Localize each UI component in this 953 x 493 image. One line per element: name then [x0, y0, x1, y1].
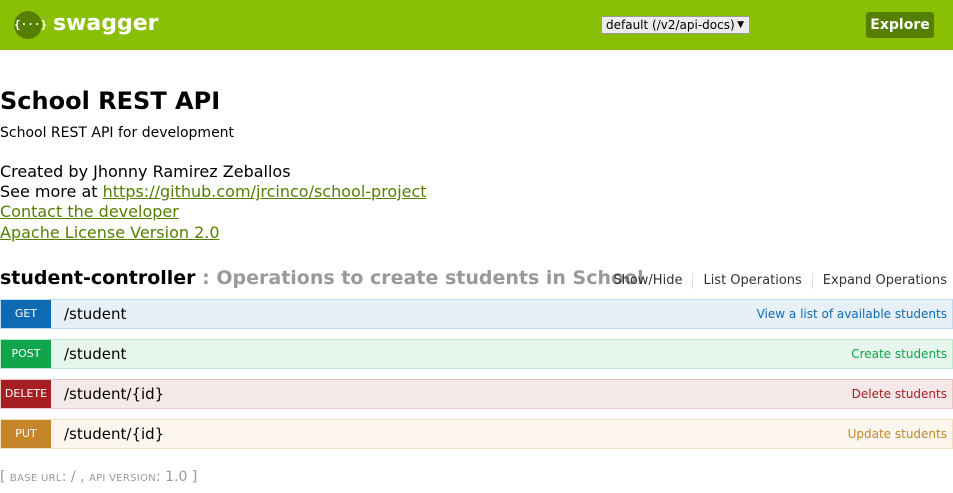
footer-open-bracket: [	[0, 469, 10, 485]
operation-summary[interactable]: Delete students	[852, 380, 947, 408]
created-by: Created by Jhonny Ramirez Zeballos	[0, 162, 291, 181]
operation-path[interactable]: /student/{id}	[64, 380, 164, 408]
contact-developer-link[interactable]: Contact the developer	[0, 202, 179, 221]
operation-path[interactable]: /student/{id}	[64, 420, 164, 448]
operation-path[interactable]: /student	[64, 340, 126, 368]
operation-summary[interactable]: Create students	[851, 340, 947, 368]
see-more: See more at https://github.com/jrcinco/s…	[0, 182, 427, 202]
api-version-label: api version	[88, 473, 157, 484]
chevron-down-icon: ▼	[737, 20, 744, 30]
api-description: School REST API for development	[0, 125, 235, 141]
operation-delete-student[interactable]: DELETE /student/{id} Delete students	[0, 379, 953, 409]
operation-post-student[interactable]: POST /student Create students	[0, 339, 953, 369]
github-link[interactable]: https://github.com/jrcinco/school-projec…	[103, 182, 427, 201]
api-version-value: : 1.0 ]	[156, 469, 198, 485]
api-spec-select[interactable]: default (/v2/api-docs) ▼	[601, 16, 750, 34]
contact-line: Contact the developer	[0, 202, 427, 223]
api-title: School REST API	[0, 87, 221, 115]
base-url-label: base url	[9, 473, 62, 484]
license-link[interactable]: Apache License Version 2.0	[0, 223, 220, 242]
operation-summary[interactable]: View a list of available students	[757, 300, 947, 328]
swagger-logo-text[interactable]: swagger	[53, 9, 159, 39]
resource-heading: student-controller : Operations to creat…	[0, 266, 644, 290]
http-method-badge[interactable]: POST	[1, 340, 51, 368]
resource-actions: Show/Hide List Operations Expand Operati…	[603, 273, 947, 289]
api-spec-select-value: default (/v2/api-docs)	[606, 18, 735, 32]
see-more-prefix: See more at	[0, 182, 103, 201]
operation-get-student[interactable]: GET /student View a list of available st…	[0, 299, 953, 329]
top-bar: {···} swagger default (/v2/api-docs) ▼ E…	[0, 0, 953, 50]
explore-button[interactable]: Explore	[866, 12, 934, 38]
base-url-value: : / ,	[61, 469, 89, 485]
list-operations-link[interactable]: List Operations	[692, 273, 811, 289]
http-method-badge[interactable]: DELETE	[1, 380, 51, 408]
api-footer: [ base url: / , api version: 1.0 ]	[0, 468, 197, 488]
http-method-badge[interactable]: GET	[1, 300, 51, 328]
operation-summary[interactable]: Update students	[848, 420, 947, 448]
resource-name-link[interactable]: student-controller	[0, 267, 196, 289]
license-line: Apache License Version 2.0	[0, 223, 427, 244]
operation-path[interactable]: /student	[64, 300, 126, 328]
swagger-logo-icon[interactable]: {···}	[14, 11, 47, 39]
expand-operations-link[interactable]: Expand Operations	[811, 273, 947, 289]
api-info: Created by Jhonny Ramirez Zeballos See m…	[0, 162, 427, 244]
operation-put-student[interactable]: PUT /student/{id} Update students	[0, 419, 953, 449]
resource-description: : Operations to create students in Schoo…	[195, 267, 644, 289]
http-method-badge[interactable]: PUT	[1, 420, 51, 448]
show-hide-link[interactable]: Show/Hide	[603, 273, 692, 289]
